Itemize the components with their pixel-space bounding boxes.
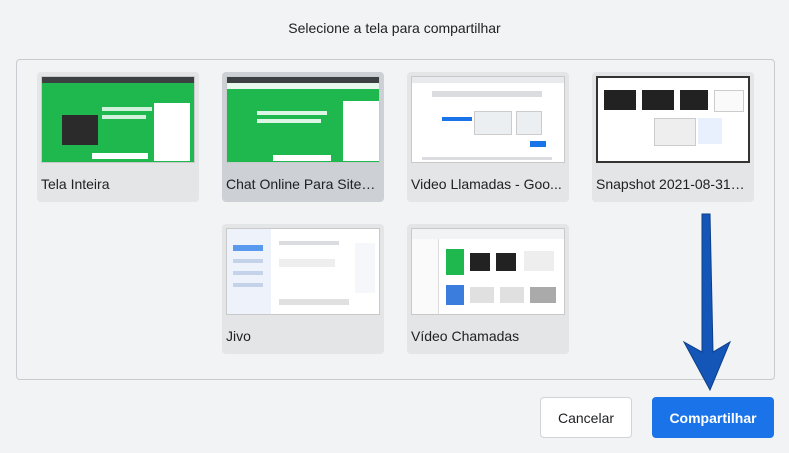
source-tile-chat-online[interactable]: Chat Online Para Sites |...: [222, 72, 384, 202]
source-label: Vídeo Chamadas: [411, 328, 520, 344]
source-thumbnail: [226, 76, 380, 163]
source-label: Jivo: [226, 328, 251, 344]
arrow-down-icon: [682, 213, 732, 392]
source-thumbnail: [41, 76, 195, 163]
source-label: Snapshot 2021-08-31 0...: [596, 176, 748, 192]
source-tile-tela-inteira[interactable]: Tela Inteira: [37, 72, 199, 202]
share-button[interactable]: Compartilhar: [652, 397, 774, 438]
cancel-button[interactable]: Cancelar: [540, 397, 632, 438]
source-label: Chat Online Para Sites |...: [226, 176, 378, 192]
source-label: Video Llamadas - Goo...: [411, 176, 562, 192]
dialog-title: Selecione a tela para compartilhar: [288, 20, 501, 36]
source-thumbnail: [411, 76, 565, 163]
source-tile-jivo[interactable]: Jivo: [222, 224, 384, 354]
source-label: Tela Inteira: [41, 176, 110, 192]
source-tile-video-chamadas[interactable]: Vídeo Chamadas: [407, 224, 569, 354]
source-tile-snapshot[interactable]: Snapshot 2021-08-31 0...: [592, 72, 754, 202]
source-grid: Tela Inteira Chat Online Para Sites |...…: [16, 59, 775, 380]
source-tile-video-llamadas[interactable]: Video Llamadas - Goo...: [407, 72, 569, 202]
source-thumbnail: [596, 76, 750, 163]
source-thumbnail: [411, 228, 565, 315]
source-thumbnail: [226, 228, 380, 315]
